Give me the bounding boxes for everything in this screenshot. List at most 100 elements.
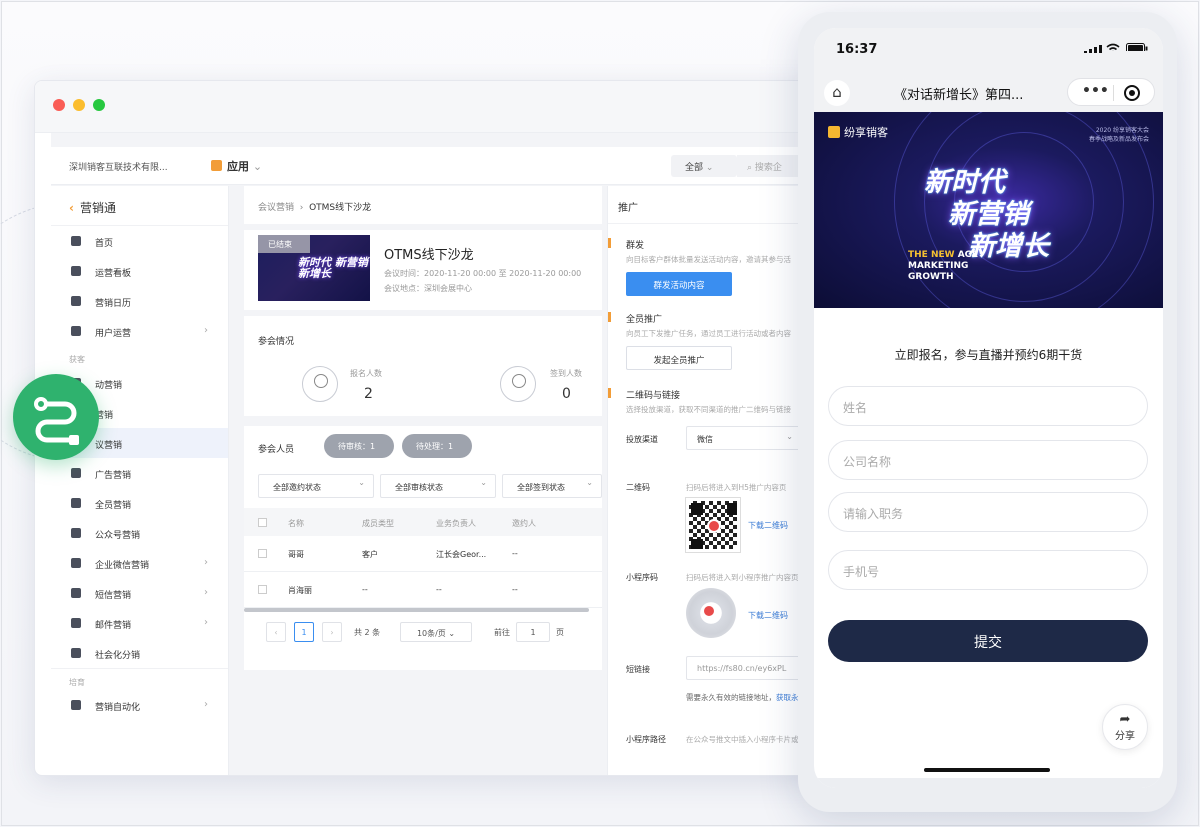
close-dot[interactable] [53, 99, 65, 111]
select-all-checkbox[interactable] [258, 518, 267, 527]
promotion-panel: 推广 群发 向目标客户群体批量发送活动内容，邀请其参与活 群发活动内容 全员推广… [607, 186, 823, 775]
scope-label: 全部 [685, 163, 704, 173]
chevron-right-icon: › [204, 325, 208, 336]
mass-send-button[interactable]: 群发活动内容 [626, 272, 732, 296]
submit-button[interactable]: 提交 [828, 620, 1148, 662]
sidebar-item-label: 营销自动化 [95, 703, 141, 713]
name-field[interactable]: 姓名 [828, 386, 1148, 426]
mass-send-title: 群发 [608, 238, 644, 251]
close-miniprogram-icon[interactable] [1124, 85, 1140, 101]
table-row[interactable]: 肖海丽 -- -- -- [244, 572, 602, 608]
signal-icon [1084, 45, 1102, 53]
banner-line-3: 新增长 [968, 231, 1049, 262]
goto-page-input[interactable]: 1 [516, 622, 550, 642]
sidebar-item[interactable]: 营销日历 [51, 286, 228, 316]
company-name[interactable]: 深圳销客互联技术有限... [69, 160, 168, 173]
chevron-right-icon: › [204, 557, 208, 568]
home-indicator[interactable] [924, 768, 1050, 772]
route-icon [34, 397, 79, 445]
short-link-input[interactable]: https://fs80.cn/ey6xPL [686, 656, 816, 680]
qrcode-label: 二维码 [626, 483, 650, 492]
checkin-value: 0 [562, 386, 571, 402]
qr-link-title: 二维码与链接 [608, 388, 680, 401]
app-menu[interactable]: 应用 ⌄ [211, 158, 262, 174]
mini-path-label: 小程序路径 [626, 735, 666, 744]
banner-sub-2: MARKETING [908, 261, 969, 271]
table-header: 名称 成员类型 业务负责人 邀约人 [244, 508, 602, 536]
sidebar-item[interactable]: 用户运营 › [51, 316, 228, 346]
event-banner: 纷享销客 2020 纷享销客大会 春季战略及新品发布会 新时代 新营销 新增长 … [814, 112, 1163, 308]
scope-select[interactable]: 全部 ⌄ [671, 155, 737, 177]
pending-review-pill[interactable]: 待审核：1 [324, 434, 394, 458]
sidebar-item-label: 社会化分销 [95, 651, 141, 661]
prev-page-button[interactable]: ‹ [266, 622, 286, 642]
sidebar-item[interactable]: 广告营销 [51, 458, 228, 488]
horizontal-scrollbar[interactable] [244, 608, 589, 612]
sidebar-item[interactable]: 全员营销 [51, 488, 228, 518]
search-placeholder: 搜索企 [754, 163, 782, 173]
company-field[interactable]: 公司名称 [828, 440, 1148, 480]
download-qrcode-link[interactable]: 下载二维码 [748, 520, 788, 531]
short-link-hint-text: 需要永久有效的链接地址， [686, 693, 776, 702]
page-size-select[interactable]: 10条/页 ⌄ [400, 622, 472, 642]
qrcode-hint: 扫码后将进入到H5推广内容页 [686, 483, 787, 492]
banner-brand: 纷享销客 [828, 124, 888, 140]
share-button[interactable]: ➦ 分享 [1102, 704, 1148, 750]
banner-sub-3: GROWTH [908, 272, 954, 282]
promotion-header: 推广 [608, 186, 823, 224]
download-minicode-link[interactable]: 下载二维码 [748, 610, 788, 621]
sidebar-item-label: 企业微信营销 [95, 561, 150, 571]
pending-process-pill[interactable]: 待处理：1 [402, 434, 472, 458]
home-icon[interactable]: ⌂ [824, 80, 850, 106]
staff-promo-button[interactable]: 发起全员推广 [626, 346, 732, 370]
event-location: 会议地点：深圳会展中心 [384, 284, 472, 293]
row-checkbox[interactable] [258, 549, 267, 558]
channel-select[interactable]: 微信 ⌄ [686, 426, 802, 450]
job-title-field[interactable]: 请输入职务 [828, 492, 1148, 532]
minimize-dot[interactable] [73, 99, 85, 111]
sidebar-item-label: 首页 [95, 239, 114, 249]
app-menu-label: 应用 [227, 160, 249, 173]
review-status-select[interactable]: 全部审核状态 [380, 474, 496, 498]
event-thumbnail: 已结束 新时代 新营销 新增长 [258, 235, 370, 301]
sidebar-item[interactable]: 企业微信营销 › [51, 548, 228, 578]
app-area: 深圳销客互联技术有限... 应用 ⌄ 全部 ⌄ ⌕ 搜索企 ‹ 营销通 首页运营看… [51, 133, 823, 775]
more-icon[interactable]: ••• [1082, 83, 1109, 99]
invite-status-select[interactable]: 全部邀约状态 [258, 474, 374, 498]
permanent-link-button[interactable]: 获取永 [776, 693, 799, 702]
sidebar-item[interactable]: 公众号营销 [51, 518, 228, 548]
dashboard-icon [71, 266, 81, 276]
checkin-label: 签到人数 [550, 369, 582, 378]
maximize-dot[interactable] [93, 99, 105, 111]
goto-label: 前往 [494, 628, 510, 637]
sidebar-item[interactable]: 社会化分销 [51, 638, 228, 668]
wechat-icon [71, 528, 81, 538]
sidebar-item[interactable]: 短信营销 › [51, 578, 228, 608]
phone-field[interactable]: 手机号 [828, 550, 1148, 590]
menu-section-nurture: 营销自动化 › [51, 690, 228, 720]
sidebar-item[interactable]: 营销自动化 › [51, 690, 228, 720]
banner-sub-1b: AGE [957, 250, 979, 260]
sidebar-item[interactable]: 运营看板 [51, 256, 228, 286]
row-checkbox[interactable] [258, 585, 267, 594]
sidebar-item[interactable]: 首页 [51, 226, 228, 256]
capsule-menu: ••• [1067, 78, 1155, 106]
checkin-status-select[interactable]: 全部签到状态 [502, 474, 602, 498]
breadcrumb-current: OTMS线下沙龙 [309, 203, 372, 213]
browser-window: 深圳销客互联技术有限... 应用 ⌄ 全部 ⌄ ⌕ 搜索企 ‹ 营销通 首页运营看… [34, 80, 824, 776]
phone-mockup: 16:37 ⌂ 《对话新增长》第四... ••• 纷享销客 2020 纷享销客大… [798, 12, 1177, 812]
next-page-button[interactable]: › [322, 622, 342, 642]
breadcrumb-parent[interactable]: 会议营销 [258, 203, 294, 213]
short-link-label: 短链接 [626, 665, 650, 674]
sidebar-item-label: 短信营销 [95, 591, 132, 601]
page-number[interactable]: 1 [294, 622, 314, 642]
chevron-down-icon: ⌄ [252, 160, 263, 173]
table-cell: -- [436, 585, 442, 594]
back-chevron-icon[interactable]: ‹ [69, 201, 74, 215]
table-cell: 哥哥 [288, 550, 304, 559]
search-icon: ⌕ [747, 163, 753, 173]
sidebar-header[interactable]: ‹ 营销通 [51, 186, 228, 226]
sidebar-item-label: 营销日历 [95, 299, 132, 309]
table-row[interactable]: 哥哥 客户 江长会Geor... -- [244, 536, 602, 572]
sidebar-item[interactable]: 邮件营销 › [51, 608, 228, 638]
